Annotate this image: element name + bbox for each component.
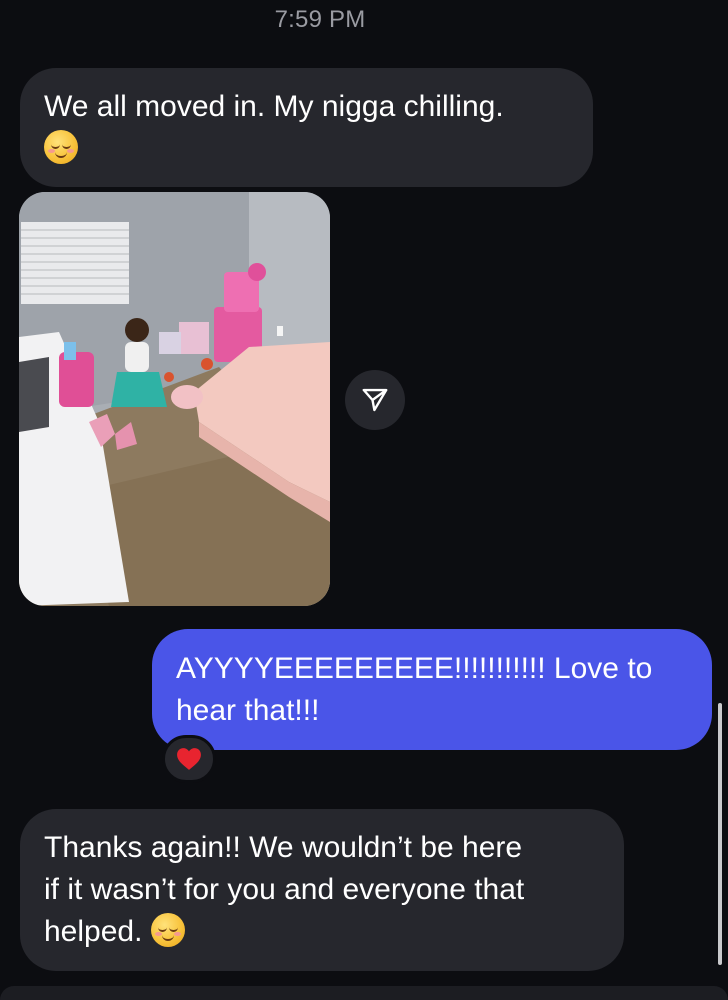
heart-icon [177, 748, 201, 770]
outgoing-message-bubble[interactable]: AYYYYEEEEEEEEE!!!!!!!!!!! Love to hear t… [152, 629, 712, 750]
message-text: We all moved in. My nigga chilling. [44, 90, 504, 123]
incoming-message-bubble[interactable]: Thanks again!! We wouldn’t be here if it… [20, 809, 624, 971]
message-text-line: hear that!!! [176, 694, 320, 727]
paper-plane-icon [362, 388, 388, 412]
message-text-line: AYYYYEEEEEEEEE!!!!!!!!!!! Love to [176, 652, 653, 685]
forward-button[interactable] [345, 370, 405, 430]
message-text-line: if it wasn’t for you and everyone that [44, 873, 525, 906]
message-reaction[interactable] [162, 735, 216, 783]
message-composer-edge [0, 986, 728, 1000]
smiling-face-emoji-icon [150, 913, 185, 947]
photo-message[interactable] [19, 192, 330, 606]
message-timestamp: 7:59 PM [274, 6, 366, 33]
message-text-line: Thanks again!! We wouldn’t be here [44, 831, 523, 864]
message-text-line: helped. [44, 915, 143, 948]
chat-screen: 7:59 PM We all moved in. My nigga chilli… [0, 0, 728, 1000]
bedroom-photo-image [19, 192, 330, 606]
incoming-message-bubble[interactable]: We all moved in. My nigga chilling. [20, 68, 593, 187]
relieved-face-emoji-icon [44, 130, 78, 164]
scrollbar[interactable] [718, 703, 722, 965]
